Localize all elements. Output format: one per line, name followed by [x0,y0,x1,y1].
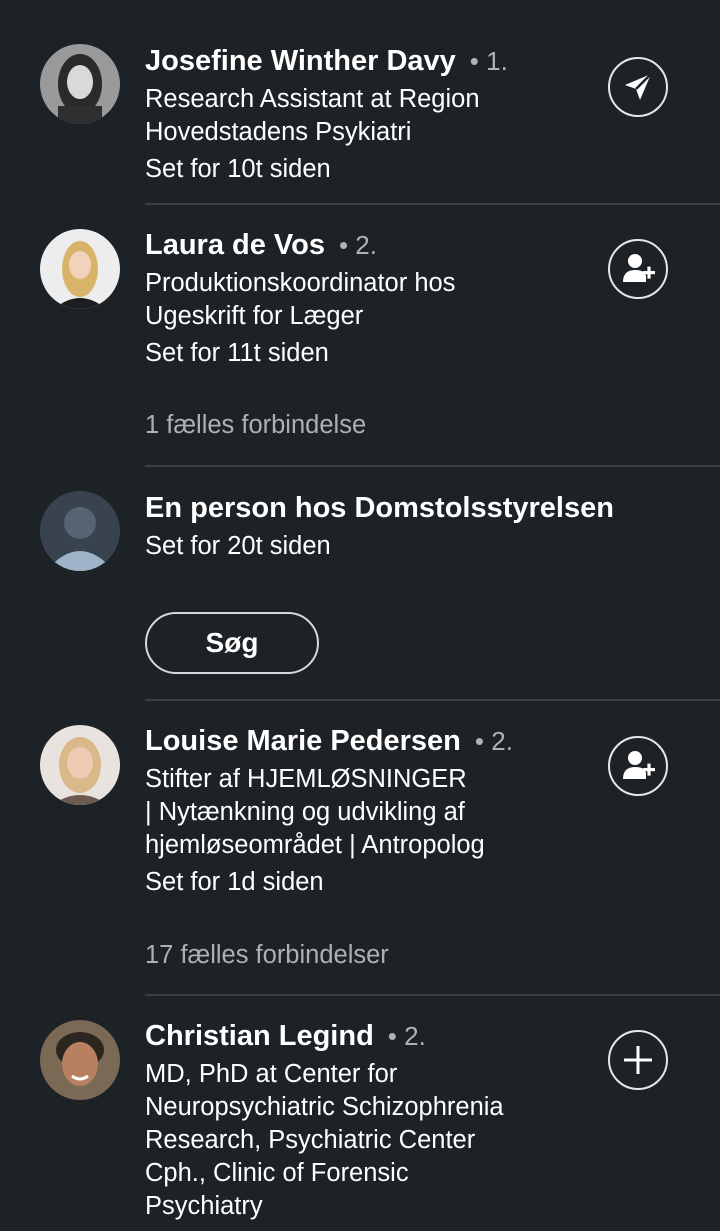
add-connection-icon [623,254,655,282]
add-connection-icon [623,751,655,779]
seen-time: Set for 1d siden [145,868,324,896]
seen-time: Set for 20t siden [145,532,331,560]
divider [145,465,720,467]
headline-line: MD, PhD at Center for [145,1060,398,1088]
viewer-name[interactable]: Laura de Vos [145,229,325,261]
viewer-name[interactable]: Christian Legind [145,1020,374,1052]
connection-degree: • 1. [469,46,508,76]
send-message-icon [625,73,652,100]
seen-time: Set for 11t siden [145,339,329,367]
send-message-button[interactable] [608,57,668,117]
follow-button[interactable] [608,1030,668,1090]
headline-line: Research Assistant at Region [145,85,480,113]
headline-line: Cph., Clinic of Forensic [145,1159,409,1187]
viewer-name: En person hos Domstolsstyrelsen [145,492,614,524]
avatar[interactable] [40,229,120,309]
divider [145,994,720,996]
avatar [40,491,120,571]
viewer-name[interactable]: Louise Marie Pedersen [145,725,461,757]
connection-degree: • 2. [338,230,377,260]
add-connection-button[interactable] [608,239,668,299]
divider [145,203,720,205]
search-button[interactable]: Søg [145,612,319,674]
mutual-connections[interactable]: 17 fælles forbindelser [145,941,389,970]
avatar[interactable] [40,1020,120,1100]
seen-time: Set for 10t siden [145,155,331,183]
connection-degree: • 2. [387,1021,426,1051]
follow-plus-icon [624,1046,652,1074]
add-connection-button[interactable] [608,736,668,796]
headline-line: Ugeskrift for Læger [145,302,364,330]
headline-line: hjemløseområdet | Antropolog [145,831,485,859]
headline-line: Produktionskoordinator hos [145,269,456,297]
headline-line: Stifter af HJEMLØSNINGER [145,765,467,793]
divider [145,699,720,701]
connection-degree: • 2. [474,726,513,756]
headline-line: Hovedstadens Psykiatri [145,118,412,146]
headline-line: Psychiatry [145,1192,263,1220]
avatar[interactable] [40,44,120,124]
headline-line: | Nytænkning og udvikling af [145,798,465,826]
headline-line: Research, Psychiatric Center [145,1126,476,1154]
viewer-name[interactable]: Josefine Winther Davy [145,45,456,77]
avatar[interactable] [40,725,120,805]
headline-line: Neuropsychiatric Schizophrenia [145,1093,504,1121]
mutual-connections[interactable]: 1 fælles forbindelse [145,411,366,440]
